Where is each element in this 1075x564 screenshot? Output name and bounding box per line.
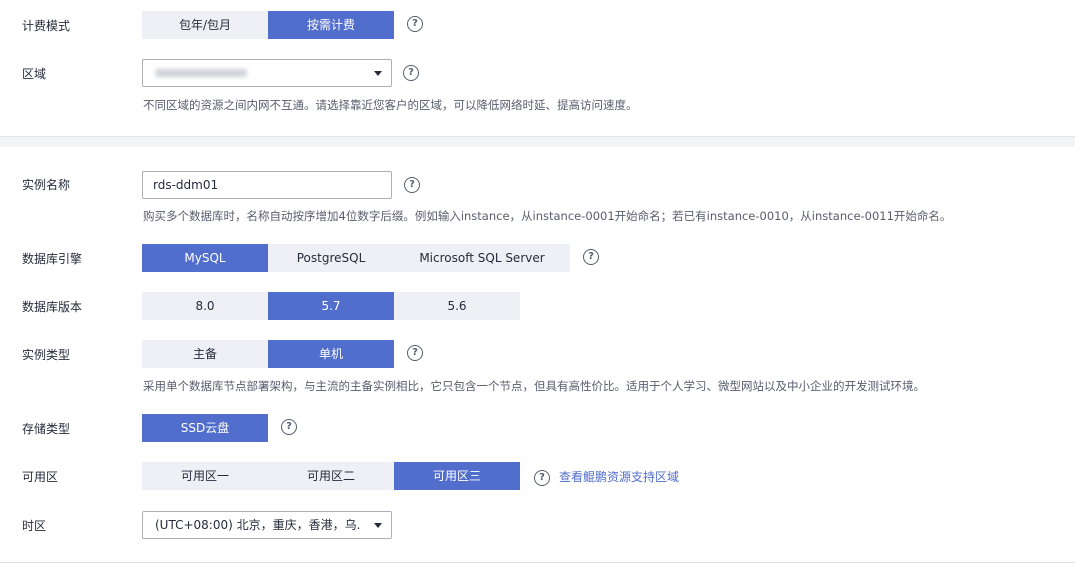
region-select[interactable] — [142, 59, 392, 87]
instance-name-label: 实例名称 — [22, 178, 71, 192]
db-version-option-5-6[interactable]: 5.6 — [394, 292, 520, 320]
billing-option-yearly-monthly[interactable]: 包年/包月 — [142, 11, 268, 39]
instance-name-help-icon[interactable]: ? — [404, 177, 420, 193]
instance-name-hint: 购买多个数据库时，名称自动按序增加4位数字后缀。例如输入instance，从in… — [143, 209, 952, 223]
az-option-1[interactable]: 可用区一 — [142, 462, 268, 490]
instance-name-input[interactable] — [142, 171, 392, 199]
az-label: 可用区 — [22, 470, 59, 484]
db-engine-option-postgresql[interactable]: PostgreSQL — [268, 244, 394, 272]
billing-label: 计费模式 — [22, 19, 71, 33]
db-engine-option-sqlserver[interactable]: Microsoft SQL Server — [394, 244, 570, 272]
billing-segment: 包年/包月 按需计费 — [142, 11, 394, 39]
storage-type-option-ssd[interactable]: SSD云盘 — [142, 414, 268, 442]
chevron-down-icon — [374, 523, 382, 528]
rds-purchase-form: 计费模式 包年/包月 按需计费 ? 区域 ? 不同区域的资源之间内网不互通。请选… — [0, 0, 1075, 564]
instance-type-segment: 主备 单机 — [142, 340, 394, 368]
timezone-label: 时区 — [22, 519, 47, 533]
region-help-icon[interactable]: ? — [403, 65, 419, 81]
db-engine-segment: MySQL PostgreSQL Microsoft SQL Server — [142, 244, 570, 272]
region-hint: 不同区域的资源之间内网不互通。请选择靠近您客户的区域，可以降低网络时延、提高访问… — [143, 98, 638, 112]
db-version-label: 数据库版本 — [22, 300, 83, 314]
db-version-option-8-0[interactable]: 8.0 — [142, 292, 268, 320]
section-divider — [0, 136, 1075, 147]
instance-type-help-icon[interactable]: ? — [407, 345, 423, 361]
storage-type-label: 存储类型 — [22, 422, 71, 436]
timezone-select-value: (UTC+08:00) 北京，重庆，香港，乌... — [155, 518, 360, 532]
db-version-option-5-7[interactable]: 5.7 — [268, 292, 394, 320]
az-option-3[interactable]: 可用区三 — [394, 462, 520, 490]
db-engine-option-mysql[interactable]: MySQL — [142, 244, 268, 272]
storage-type-segment: SSD云盘 — [142, 414, 268, 442]
db-engine-label: 数据库引擎 — [22, 252, 83, 266]
az-option-2[interactable]: 可用区二 — [268, 462, 394, 490]
az-segment: 可用区一 可用区二 可用区三 — [142, 462, 520, 490]
storage-type-help-icon[interactable]: ? — [281, 419, 297, 435]
db-version-segment: 8.0 5.7 5.6 — [142, 292, 520, 320]
instance-type-option-ha[interactable]: 主备 — [142, 340, 268, 368]
bottom-divider — [0, 562, 1075, 563]
db-engine-help-icon[interactable]: ? — [583, 249, 599, 265]
timezone-select[interactable]: (UTC+08:00) 北京，重庆，香港，乌... — [142, 511, 392, 539]
az-help-icon[interactable]: ? — [534, 470, 550, 486]
instance-type-label: 实例类型 — [22, 348, 71, 362]
kunpeng-region-link[interactable]: 查看鲲鹏资源支持区域 — [559, 469, 679, 485]
instance-type-option-single[interactable]: 单机 — [268, 340, 394, 368]
chevron-down-icon — [374, 71, 382, 76]
region-label: 区域 — [22, 67, 47, 81]
billing-option-pay-per-use[interactable]: 按需计费 — [268, 11, 394, 39]
instance-type-hint: 采用单个数据库节点部署架构，与主流的主备实例相比，它只包含一个节点，但具有高性价… — [143, 379, 925, 393]
region-blurred-value — [155, 69, 247, 77]
billing-help-icon[interactable]: ? — [407, 16, 423, 32]
